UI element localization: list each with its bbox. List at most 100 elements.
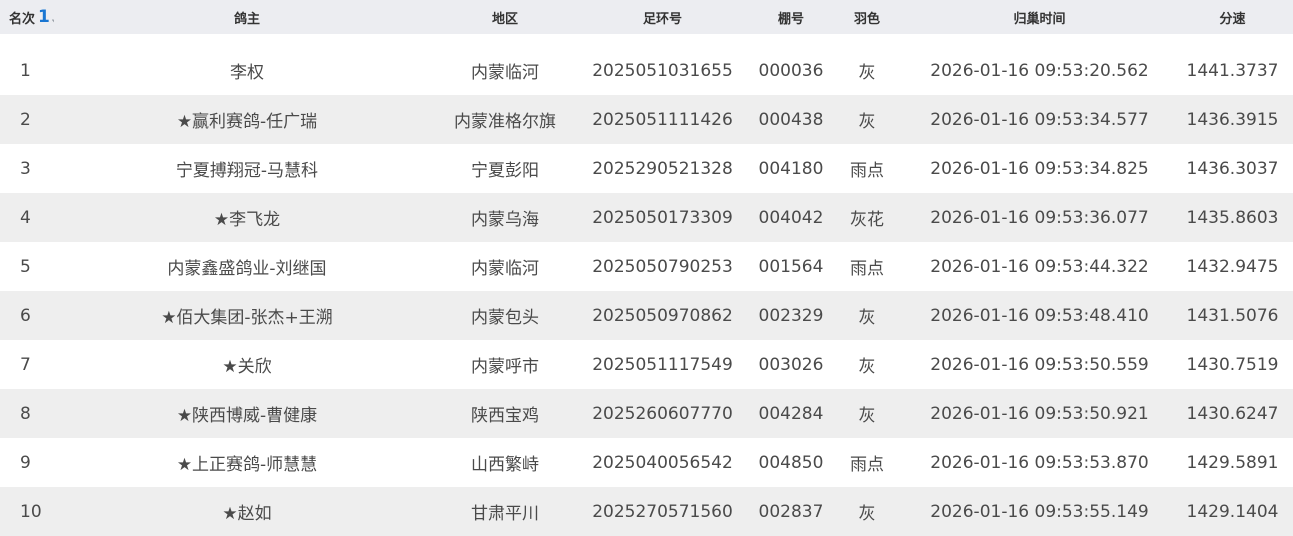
table-body: 1 李权 内蒙临河 2025051031655 000036 灰 2026-01… — [0, 46, 1293, 536]
color-cell: 灰 — [858, 112, 876, 132]
speed-cell: 1429.5891 — [1186, 452, 1279, 473]
region-cell: 内蒙包头 — [471, 308, 539, 328]
color-cell: 雨点 — [850, 455, 884, 475]
speed-cell: 1430.7519 — [1186, 354, 1279, 375]
region-cell: 内蒙准格尔旗 — [454, 112, 556, 132]
speed-cell: 1430.6247 — [1186, 403, 1279, 424]
ring-cell: 2025050173309 — [592, 207, 733, 228]
rank-cell: 10 — [20, 501, 42, 522]
speed-cell: 1431.5076 — [1186, 305, 1279, 326]
rank-cell: 5 — [20, 256, 31, 277]
table-row[interactable]: 4 ★李飞龙 内蒙乌海 2025050173309 004042 灰花 2026… — [0, 193, 1293, 242]
speed-cell: 1429.1404 — [1186, 501, 1279, 522]
speed-cell: 1441.3737 — [1186, 60, 1279, 81]
shed-cell: 002329 — [758, 305, 824, 326]
table-row[interactable]: 1 李权 内蒙临河 2025051031655 000036 灰 2026-01… — [0, 46, 1293, 95]
color-cell: 雨点 — [850, 161, 884, 181]
rank-cell: 2 — [20, 109, 31, 130]
table-row[interactable]: 8 ★陕西博威-曹健康 陕西宝鸡 2025260607770 004284 灰 … — [0, 389, 1293, 438]
ring-cell: 2025260607770 — [592, 403, 733, 424]
color-cell: 灰 — [858, 357, 876, 377]
speed-cell: 1436.3915 — [1186, 109, 1279, 130]
shed-cell: 004850 — [758, 452, 824, 473]
speed-cell: 1435.8603 — [1186, 207, 1279, 228]
table-row[interactable]: 9 ★上正赛鸽-师慧慧 山西繁峙 2025040056542 004850 雨点… — [0, 438, 1293, 487]
shed-cell: 004042 — [758, 207, 824, 228]
owner-cell: ★关欣 — [222, 357, 272, 377]
rank-cell: 7 — [20, 354, 31, 375]
table-row[interactable]: 3 宁夏搏翔冠-马慧科 宁夏彭阳 2025290521328 004180 雨点… — [0, 144, 1293, 193]
shed-cell: 001564 — [758, 256, 824, 277]
time-cell: 2026-01-16 09:53:20.562 — [930, 60, 1149, 81]
table-row[interactable]: 6 ★佰大集团-张杰+王溯 内蒙包头 2025050970862 002329 … — [0, 291, 1293, 340]
column-header-color[interactable]: 羽色 — [827, 8, 907, 27]
time-cell: 2026-01-16 09:53:48.410 — [930, 305, 1149, 326]
ring-cell: 2025050790253 — [592, 256, 733, 277]
ring-cell: 2025051117549 — [592, 354, 733, 375]
time-cell: 2026-01-16 09:53:53.870 — [930, 452, 1149, 473]
shed-cell: 002837 — [758, 501, 824, 522]
ring-cell: 2025051031655 — [592, 60, 733, 81]
rank-cell: 1 — [20, 60, 31, 81]
owner-cell: ★佰大集团-张杰+王溯 — [161, 308, 333, 328]
color-cell: 灰 — [858, 504, 876, 524]
rank-cell: 3 — [20, 158, 31, 179]
column-header-rank[interactable]: 名次 1 — [0, 8, 54, 27]
column-header-ring[interactable]: 足环号 — [570, 8, 755, 27]
rank-cell: 6 — [20, 305, 31, 326]
column-header-region[interactable]: 地区 — [440, 8, 570, 27]
rank-header-label: 名次 — [9, 11, 36, 27]
owner-cell: ★赵如 — [222, 504, 272, 524]
owner-cell: ★李飞龙 — [213, 210, 281, 230]
ring-cell: 2025050970862 — [592, 305, 733, 326]
table-header: 名次 1 鸽主 地区 足环号 棚号 羽色 归巢时间 分速 — [0, 0, 1293, 34]
ring-cell: 2025270571560 — [592, 501, 733, 522]
color-cell: 灰 — [858, 308, 876, 328]
region-cell: 陕西宝鸡 — [471, 406, 539, 426]
table-row[interactable]: 2 ★赢利赛鸽-任广瑞 内蒙准格尔旗 2025051111426 000438 … — [0, 95, 1293, 144]
ring-cell: 2025051111426 — [592, 109, 733, 130]
region-cell: 内蒙乌海 — [471, 210, 539, 230]
rank-cell: 8 — [20, 403, 31, 424]
speed-cell: 1432.9475 — [1186, 256, 1279, 277]
column-header-time[interactable]: 归巢时间 — [907, 8, 1172, 27]
shed-cell: 003026 — [758, 354, 824, 375]
region-cell: 甘肃平川 — [471, 504, 539, 524]
column-header-speed[interactable]: 分速 — [1172, 8, 1293, 27]
speed-cell: 1436.3037 — [1186, 158, 1279, 179]
time-cell: 2026-01-16 09:53:50.559 — [930, 354, 1149, 375]
region-cell: 宁夏彭阳 — [471, 161, 539, 181]
column-header-shed[interactable]: 棚号 — [755, 8, 827, 27]
ring-cell: 2025290521328 — [592, 158, 733, 179]
time-cell: 2026-01-16 09:53:44.322 — [930, 256, 1149, 277]
color-cell: 雨点 — [850, 259, 884, 279]
header-spacer — [0, 34, 1293, 46]
color-cell: 灰 — [858, 63, 876, 83]
shed-cell: 000036 — [758, 60, 824, 81]
results-table: 名次 1 鸽主 地区 足环号 棚号 羽色 归巢时间 分速 1 李权 内蒙临河 2… — [0, 0, 1293, 536]
table-row[interactable]: 5 内蒙鑫盛鸽业-刘继国 内蒙临河 2025050790253 001564 雨… — [0, 242, 1293, 291]
sort-arrows-icon[interactable] — [51, 10, 54, 24]
color-cell: 灰 — [858, 406, 876, 426]
region-cell: 山西繁峙 — [471, 455, 539, 475]
owner-cell: 李权 — [230, 63, 264, 83]
owner-cell: ★陕西博威-曹健康 — [176, 406, 318, 426]
time-cell: 2026-01-16 09:53:50.921 — [930, 403, 1149, 424]
time-cell: 2026-01-16 09:53:34.577 — [930, 109, 1149, 130]
table-row[interactable]: 10 ★赵如 甘肃平川 2025270571560 002837 灰 2026-… — [0, 487, 1293, 536]
column-header-owner[interactable]: 鸽主 — [54, 8, 440, 27]
owner-cell: 内蒙鑫盛鸽业-刘继国 — [167, 259, 327, 279]
shed-cell: 004180 — [758, 158, 824, 179]
region-cell: 内蒙临河 — [471, 63, 539, 83]
ring-cell: 2025040056542 — [592, 452, 733, 473]
sort-order-indicator[interactable]: 1 — [38, 8, 50, 26]
owner-cell: ★赢利赛鸽-任广瑞 — [176, 112, 318, 132]
time-cell: 2026-01-16 09:53:34.825 — [930, 158, 1149, 179]
time-cell: 2026-01-16 09:53:55.149 — [930, 501, 1149, 522]
rank-cell: 4 — [20, 207, 31, 228]
color-cell: 灰花 — [850, 210, 884, 230]
owner-cell: 宁夏搏翔冠-马慧科 — [175, 161, 319, 181]
table-row[interactable]: 7 ★关欣 内蒙呼市 2025051117549 003026 灰 2026-0… — [0, 340, 1293, 389]
region-cell: 内蒙呼市 — [471, 357, 539, 377]
region-cell: 内蒙临河 — [471, 259, 539, 279]
